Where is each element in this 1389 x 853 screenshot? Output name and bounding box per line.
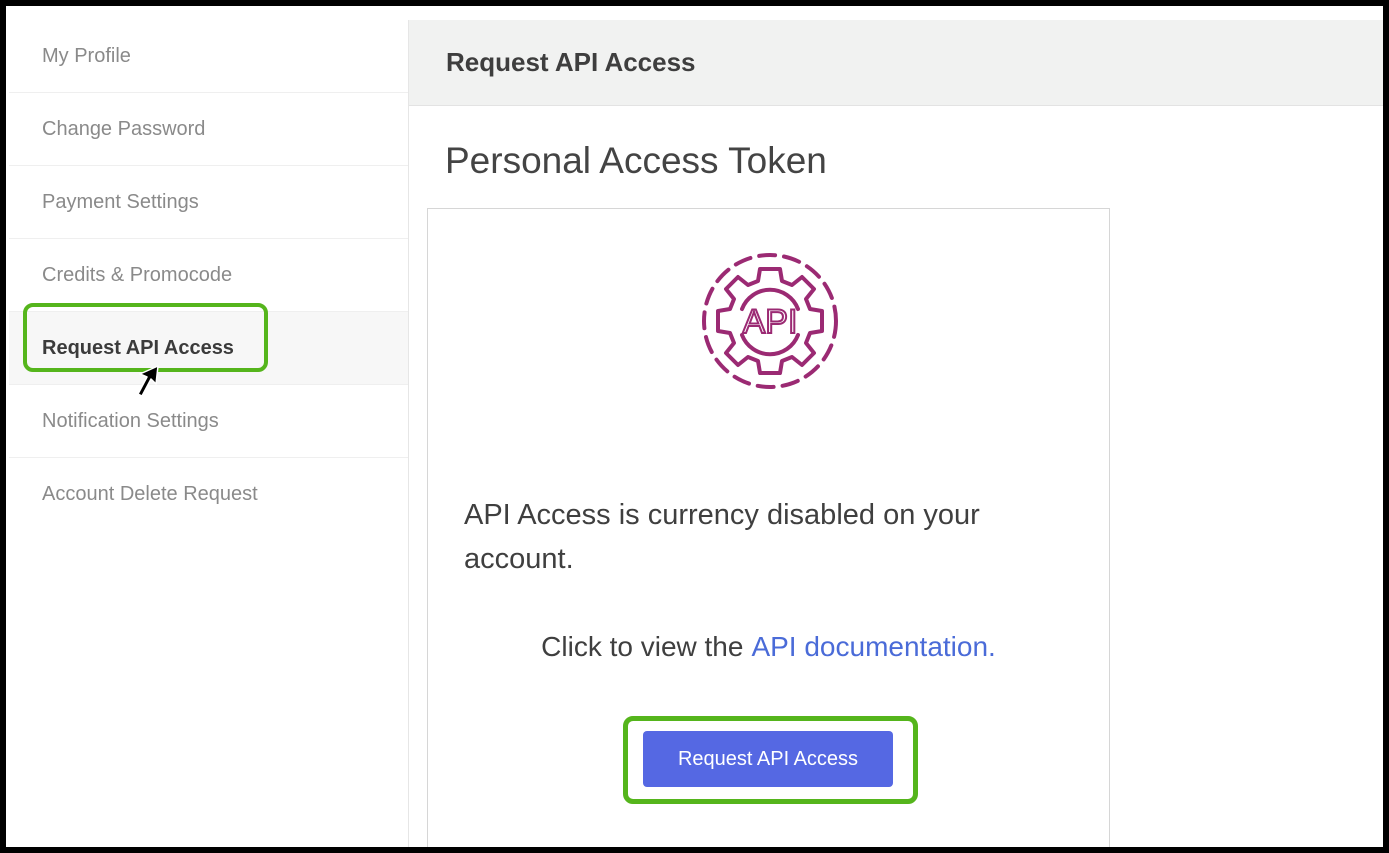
sidebar-item-label: My Profile [42, 44, 131, 67]
sidebar-item-credits-promocode[interactable]: Credits & Promocode [9, 239, 408, 312]
sidebar-item-label: Credits & Promocode [42, 263, 233, 286]
page-frame: My Profile Change Password Payment Setti… [6, 6, 1383, 847]
page-title: Personal Access Token [445, 140, 827, 181]
api-access-card: API API Access is currency disabled on y… [427, 208, 1110, 847]
sidebar-item-account-delete-request[interactable]: Account Delete Request [9, 458, 408, 531]
sidebar-item-request-api-access[interactable]: Request API Access [9, 312, 408, 385]
sidebar-item-change-password[interactable]: Change Password [9, 93, 408, 166]
sidebar-item-label: Change Password [42, 117, 206, 140]
svg-text:API: API [743, 303, 798, 341]
mouse-cursor-icon [137, 365, 159, 397]
request-api-access-button[interactable]: Request API Access [643, 731, 893, 787]
sidebar-item-notification-settings[interactable]: Notification Settings [9, 385, 408, 458]
documentation-line: Click to view the API documentation. [428, 631, 1109, 663]
sidebar-item-payment-settings[interactable]: Payment Settings [9, 166, 408, 239]
sidebar-item-label: Payment Settings [42, 190, 199, 213]
sidebar-item-label: Account Delete Request [42, 483, 258, 505]
page-header: Request API Access [409, 20, 1383, 106]
sidebar-item-label: Notification Settings [42, 409, 219, 432]
page-header-title: Request API Access [446, 47, 696, 77]
documentation-prefix: Click to view the [541, 631, 744, 662]
api-disabled-message: API Access is currency disabled on your … [464, 499, 980, 575]
sidebar-item-label: Request API Access [42, 336, 234, 359]
sidebar: My Profile Change Password Payment Setti… [9, 20, 409, 847]
sidebar-item-my-profile[interactable]: My Profile [9, 20, 408, 93]
api-gear-icon: API [702, 253, 838, 389]
api-documentation-link[interactable]: API documentation. [751, 631, 995, 662]
